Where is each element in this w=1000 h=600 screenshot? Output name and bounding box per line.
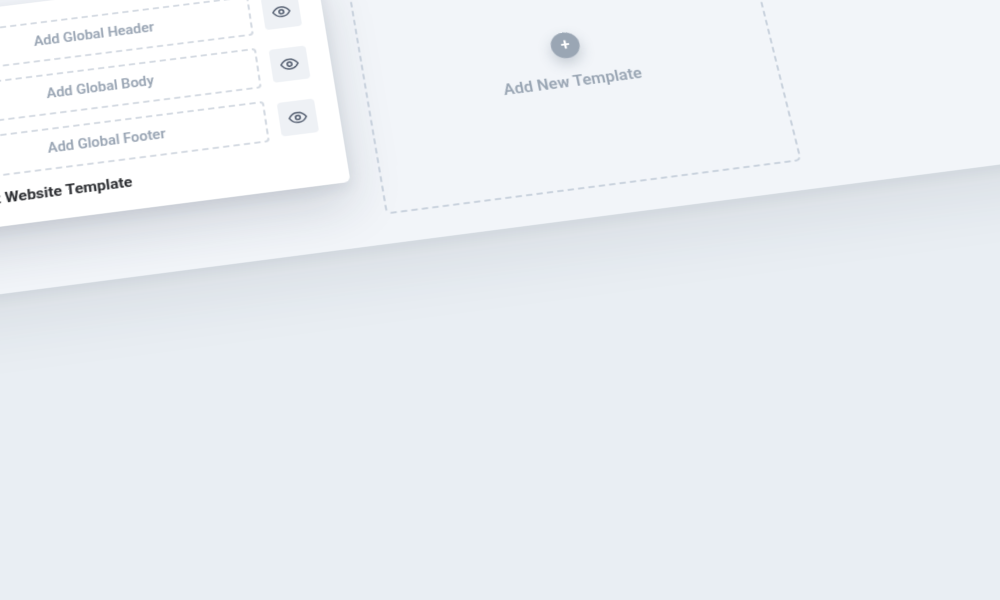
add-new-template-card[interactable]: + Add New Template	[344, 0, 802, 214]
eye-icon	[279, 55, 300, 74]
toggle-visibility-header[interactable]	[261, 0, 302, 30]
toggle-visibility-body[interactable]	[269, 45, 311, 82]
slot-label: Add Global Body	[46, 74, 155, 102]
eye-icon	[271, 3, 292, 21]
builder-content: D Divi Theme Builder Add Global Header	[0, 0, 1000, 307]
eye-icon	[287, 108, 308, 127]
slot-label: Add Global Footer	[47, 127, 167, 157]
toggle-visibility-footer[interactable]	[277, 98, 319, 136]
add-template-label: Add New Template	[502, 63, 644, 98]
default-template-card: Add Global Header Add Global Body	[0, 0, 351, 236]
slot-label: Add Global Header	[33, 20, 155, 49]
plus-icon: +	[548, 30, 582, 59]
theme-builder-panel: D Divi Theme Builder Add Global Header	[0, 0, 1000, 307]
